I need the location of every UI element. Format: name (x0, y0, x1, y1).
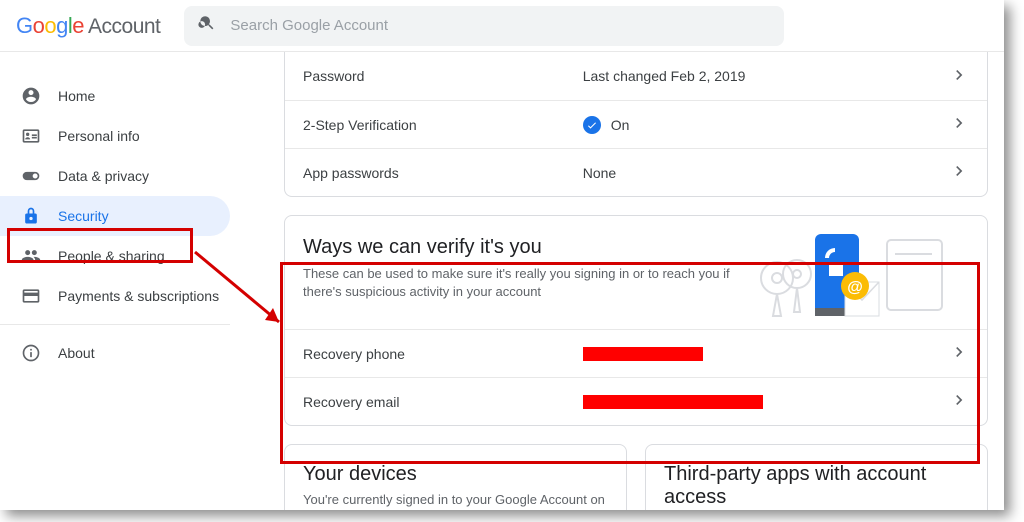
your-devices-card[interactable]: Your devices You're currently signed in … (284, 444, 627, 510)
sidebar-item-label: Data & privacy (58, 168, 149, 184)
chevron-right-icon (949, 65, 969, 88)
row-recovery-email[interactable]: Recovery email (285, 377, 987, 425)
row-2step[interactable]: 2-Step Verification On (285, 100, 987, 148)
row-value-redacted (583, 395, 949, 409)
info-icon (20, 342, 42, 364)
search-bar[interactable] (184, 6, 784, 46)
chevron-right-icon (949, 113, 969, 136)
people-icon (20, 245, 42, 267)
verify-desc: These can be used to make sure it's real… (303, 265, 733, 301)
sidebar-item-label: Personal info (58, 128, 140, 144)
toggle-icon (20, 165, 42, 187)
brand-sub: Account (88, 15, 160, 39)
credit-card-icon (20, 285, 42, 307)
sidebar-item-people-sharing[interactable]: People & sharing (0, 236, 230, 276)
lock-icon (20, 205, 42, 227)
row-label: Recovery phone (303, 346, 583, 362)
row-recovery-phone[interactable]: Recovery phone (285, 329, 987, 377)
chevron-right-icon (949, 342, 969, 365)
person-circle-icon (20, 85, 42, 107)
row-label: Password (303, 68, 583, 84)
sidebar-item-label: People & sharing (58, 248, 165, 264)
signin-card: Password Last changed Feb 2, 2019 2-Step… (284, 52, 988, 197)
row-value: Last changed Feb 2, 2019 (583, 68, 949, 84)
row-value-redacted (583, 347, 949, 361)
app-header: Google Account (0, 0, 1004, 52)
row-app-passwords[interactable]: App passwords None (285, 148, 987, 196)
sidebar-item-personal-info[interactable]: Personal info (0, 116, 230, 156)
redaction-bar (583, 395, 763, 409)
sidebar-separator (0, 324, 230, 325)
sidebar-item-data-privacy[interactable]: Data & privacy (0, 156, 230, 196)
sidebar-item-label: Payments & subscriptions (58, 288, 219, 304)
card-title: Your devices (303, 463, 608, 486)
main-content: Password Last changed Feb 2, 2019 2-Step… (260, 52, 1004, 510)
sidebar-item-security[interactable]: Security (0, 196, 230, 236)
sidebar-item-home[interactable]: Home (0, 76, 230, 116)
sidebar: Home Personal info Data & privacy Securi… (0, 52, 260, 510)
search-icon (198, 14, 230, 37)
chevron-right-icon (949, 390, 969, 413)
third-party-apps-card[interactable]: Third-party apps with account access (645, 444, 988, 510)
row-value: On (583, 116, 949, 134)
check-circle-icon (583, 116, 601, 134)
sidebar-item-label: About (58, 345, 95, 361)
sidebar-item-payments[interactable]: Payments & subscriptions (0, 276, 230, 316)
row-label: Recovery email (303, 394, 583, 410)
verify-card: Ways we can verify it's you These can be… (284, 215, 988, 426)
row-label: App passwords (303, 165, 583, 181)
card-title: Third-party apps with account access (664, 463, 969, 509)
redaction-bar (583, 347, 703, 361)
google-account-logo: Google Account (16, 13, 160, 39)
verify-illustration: @ (747, 230, 947, 325)
row-label: 2-Step Verification (303, 117, 583, 133)
search-input[interactable] (230, 17, 770, 34)
sidebar-item-label: Security (58, 208, 109, 224)
sidebar-item-label: Home (58, 88, 95, 104)
chevron-right-icon (949, 161, 969, 184)
svg-text:@: @ (847, 279, 863, 296)
row-value: None (583, 165, 949, 181)
id-card-icon (20, 125, 42, 147)
card-desc: You're currently signed in to your Googl… (303, 492, 608, 507)
row-password[interactable]: Password Last changed Feb 2, 2019 (285, 52, 987, 100)
sidebar-item-about[interactable]: About (0, 333, 230, 373)
